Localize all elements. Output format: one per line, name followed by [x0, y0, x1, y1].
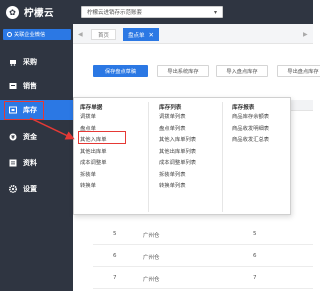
menu-item-assembly[interactable]: 拆装单: [80, 170, 107, 182]
export-system-stock-button[interactable]: 导出系统库存: [157, 65, 209, 77]
tab-scroll-right-icon[interactable]: ▶: [303, 31, 308, 38]
chevron-down-icon: ▾: [213, 9, 217, 16]
sidebar-item-label: 设置: [23, 185, 37, 193]
menu-item-conversion[interactable]: 转换单: [80, 181, 107, 193]
archive-icon: [9, 159, 17, 167]
stocktake-highlight-box: [78, 131, 126, 144]
lemon-logo-icon: ✿: [6, 5, 19, 19]
row-number: 5: [113, 231, 117, 237]
menu-item-transfer[interactable]: 调拨单: [80, 112, 107, 124]
menu-column-title: 库存单据: [80, 105, 103, 111]
sidebar-item-sales[interactable]: 销售: [0, 76, 73, 96]
svg-text:¥: ¥: [11, 135, 15, 141]
sidebar-item-purchase[interactable]: 采购: [0, 52, 73, 72]
sidebar-item-settings[interactable]: 设置: [0, 179, 73, 199]
table-row[interactable]: 6 广州仓 6: [93, 245, 313, 267]
save-draft-button[interactable]: 保存盘点草稿: [93, 65, 148, 77]
money-icon: ¥: [9, 133, 17, 141]
row-number: 6: [113, 253, 117, 259]
table-row[interactable]: 7 广州仓 7: [93, 267, 313, 289]
gear-icon: [9, 185, 17, 193]
menu-item-stock-detail[interactable]: 商品收发明细表: [232, 124, 269, 136]
sidebar-item-label: 资料: [23, 159, 37, 167]
close-icon[interactable]: ✕: [149, 31, 154, 39]
menu-column-documents: 库存单据 调拨单 盘点单 其他入库单 其他出库单 成本调整单 拆装单 转换单: [80, 103, 107, 193]
account-set-value: 柠檬云进销存示范账套: [87, 10, 143, 16]
sidebar-item-label: 资金: [23, 133, 37, 141]
tab-scroll-left-icon[interactable]: ◀: [78, 31, 83, 38]
menu-item-stock-balance[interactable]: 商品库存余额表: [232, 112, 269, 124]
menu-item-stocktake-list[interactable]: 盘点单列表: [159, 124, 196, 136]
row-warehouse: 广州仓: [143, 255, 160, 261]
sidebar: ✿ 柠檬云 关联企业微信 采购 销售 库存 ¥ 资金 资料 设置: [0, 0, 73, 291]
menu-column-title: 库存列表: [159, 105, 182, 111]
app-logo[interactable]: ✿ 柠檬云: [0, 0, 73, 24]
menu-item-conversion-list[interactable]: 转换单列表: [159, 181, 196, 193]
menu-column-title: 库存报表: [232, 105, 255, 111]
row-quantity: 6: [253, 253, 257, 259]
sidebar-item-funds[interactable]: ¥ 资金: [0, 127, 73, 147]
sidebar-item-label: 销售: [23, 82, 37, 90]
link-wechat-label: 关联企业微信: [14, 32, 46, 38]
row-number: 7: [113, 275, 117, 281]
menu-divider: [222, 102, 223, 212]
tab-home[interactable]: 首页: [91, 29, 117, 40]
menu-divider: [148, 102, 149, 212]
table-row[interactable]: 5 广州仓 5: [93, 223, 313, 245]
inventory-highlight-box: [4, 101, 44, 120]
menu-item-cost-adjust[interactable]: 成本调整单: [80, 158, 107, 170]
top-bar: 柠檬云进销存示范账套 ▾: [73, 0, 313, 24]
sidebar-item-data[interactable]: 资料: [0, 153, 73, 173]
link-wechat-button[interactable]: 关联企业微信: [3, 29, 71, 40]
menu-item-other-in-list[interactable]: 其他入库单列表: [159, 135, 196, 147]
menu-item-assembly-list[interactable]: 拆装单列表: [159, 170, 196, 182]
inventory-menu: 库存单据 调拨单 盘点单 其他入库单 其他出库单 成本调整单 拆装单 转换单 库…: [73, 97, 291, 215]
row-warehouse: 广州仓: [143, 233, 160, 239]
tab-bar: ◀ 首页 盘点单 ✕ ▶: [73, 24, 313, 44]
menu-item-stock-summary[interactable]: 商品收发汇总表: [232, 135, 269, 147]
tab-stocktake[interactable]: 盘点单 ✕: [123, 28, 159, 41]
row-quantity: 7: [253, 275, 257, 281]
app-name: 柠檬云: [24, 8, 55, 19]
menu-column-reports: 库存报表 商品库存余额表 商品收发明细表 商品收发汇总表: [232, 103, 269, 147]
row-quantity: 5: [253, 231, 257, 237]
account-set-select[interactable]: 柠檬云进销存示范账套 ▾: [81, 6, 223, 18]
tab-home-label: 首页: [98, 32, 110, 39]
export-stocktake-button[interactable]: 导出盘点库存: [277, 65, 320, 77]
sidebar-item-label: 采购: [23, 58, 37, 66]
menu-item-other-out[interactable]: 其他出库单: [80, 147, 107, 159]
menu-item-transfer-list[interactable]: 调拨单列表: [159, 112, 196, 124]
sales-icon: [9, 82, 17, 90]
menu-item-cost-adjust-list[interactable]: 成本调整单列表: [159, 158, 196, 170]
toolbar: 保存盘点草稿 导出系统库存 导入盘点库存 导出盘点库存: [73, 56, 320, 84]
tab-stocktake-label: 盘点单: [128, 32, 145, 39]
row-warehouse: 广州仓: [143, 277, 160, 283]
cart-icon: [9, 58, 17, 66]
menu-item-other-out-list[interactable]: 其他出库单列表: [159, 147, 196, 159]
menu-column-lists: 库存列表 调拨单列表 盘点单列表 其他入库单列表 其他出库单列表 成本调整单列表…: [159, 103, 196, 193]
wechat-icon: [7, 32, 12, 37]
import-stocktake-button[interactable]: 导入盘点库存: [216, 65, 268, 77]
